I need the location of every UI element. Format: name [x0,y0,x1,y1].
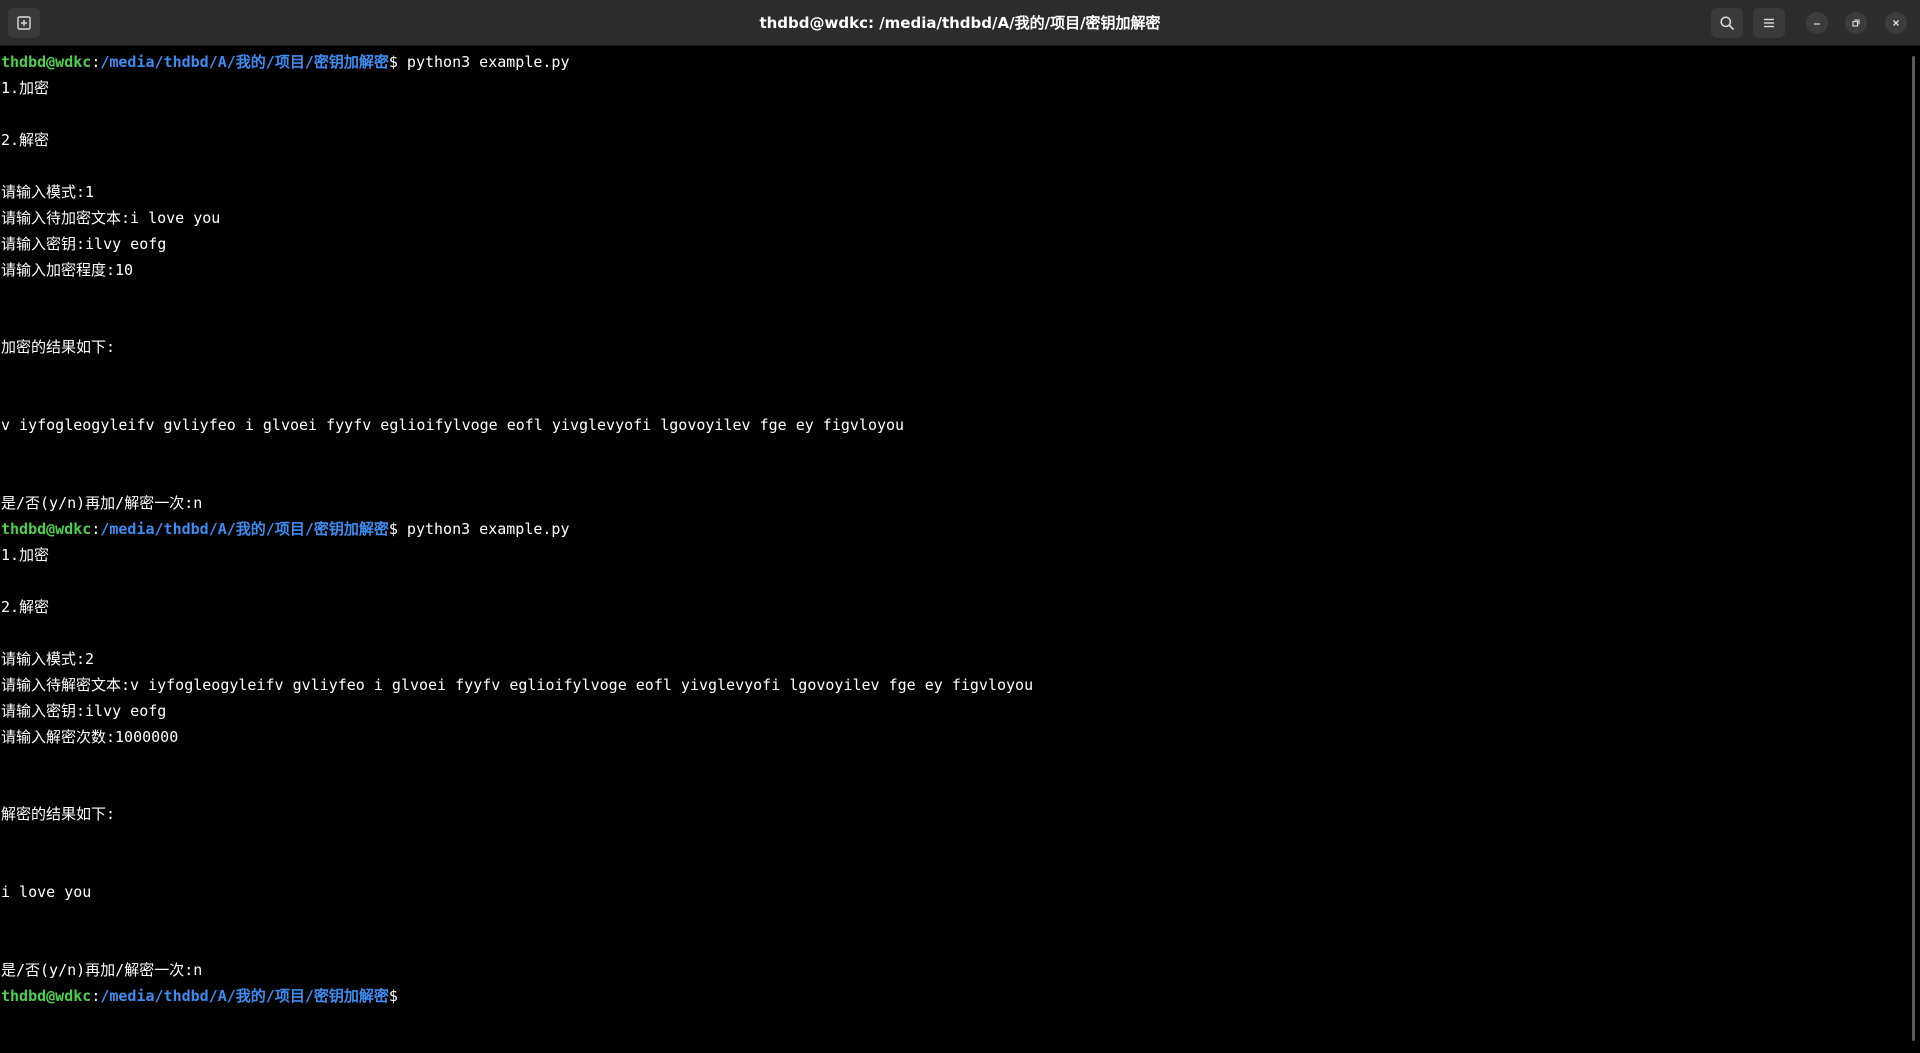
key-input-line: 请输入密钥:ilvy eofg [1,235,167,253]
vertical-scrollbar[interactable] [1908,46,1920,1053]
terminal-window: thdbd@wdkc: /media/thdbd/A/我的/项目/密钥加解密 t… [0,0,1920,1053]
prompt-path: /media/thdbd/A/我的/项目/密钥加解密 [100,53,389,71]
again-prompt-line: 是/否(y/n)再加/解密一次:n [1,494,203,512]
decrypt-result-text: i love you [1,883,92,901]
encrypt-result-text: v iyfogleogyleifv gvliyfeo i glvoei fyyf… [1,416,905,434]
prompt-dollar: $ [388,53,398,71]
prompt-dollar: $ [388,520,398,538]
prompt-path: /media/thdbd/A/我的/项目/密钥加解密 [100,987,389,1005]
decrypt-count-input-line: 请输入解密次数:1000000 [1,728,179,746]
again-prompt-line: 是/否(y/n)再加/解密一次:n [1,961,203,979]
shell-prompt-line[interactable]: thdbd@wdkc:/media/thdbd/A/我的/项目/密钥加解密$ [1,985,398,1007]
prompt-separator: : [91,520,101,538]
scrollbar-thumb[interactable] [1912,56,1915,1041]
shell-prompt-line: thdbd@wdkc:/media/thdbd/A/我的/项目/密钥加解密$ p… [1,518,570,540]
menu-option-decrypt: 2.解密 [1,598,50,616]
ciphertext-input-line: 请输入待解密文本:v iyfogleogyleifv gvliyfeo i gl… [1,676,1034,694]
hamburger-menu-icon [1764,18,1774,28]
prompt-user: thdbd@wdkc [1,520,92,538]
prompt-path: /media/thdbd/A/我的/项目/密钥加解密 [100,520,389,538]
menu-button[interactable] [1753,8,1785,38]
minimize-icon [1814,23,1820,25]
typed-command: python3 example.py [397,53,570,71]
search-button[interactable] [1711,8,1743,38]
decrypt-result-header: 解密的结果如下: [1,805,116,823]
menu-option-encrypt: 1.加密 [1,79,50,97]
window-title: thdbd@wdkc: /media/thdbd/A/我的/项目/密钥加解密 [759,14,1161,32]
shell-prompt-line: thdbd@wdkc:/media/thdbd/A/我的/项目/密钥加解密$ p… [1,51,570,73]
prompt-separator: : [91,53,101,71]
menu-option-encrypt: 1.加密 [1,546,50,564]
prompt-user: thdbd@wdkc [1,987,92,1005]
new-tab-button[interactable] [8,8,40,38]
encrypt-level-input-line: 请输入加密程度:10 [1,261,134,279]
title-bar[interactable]: thdbd@wdkc: /media/thdbd/A/我的/项目/密钥加解密 [0,0,1920,46]
close-icon [1893,20,1899,26]
close-button[interactable] [1885,12,1907,34]
prompt-dollar: $ [388,987,398,1005]
menu-option-decrypt: 2.解密 [1,131,50,149]
mode-input-line: 请输入模式:2 [1,650,95,668]
prompt-user: thdbd@wdkc [1,53,92,71]
new-tab-icon [17,16,31,30]
plaintext-input-line: 请输入待加密文本:i love you [1,209,221,227]
prompt-separator: : [91,987,101,1005]
search-icon [1720,16,1734,30]
mode-input-line: 请输入模式:1 [1,183,95,201]
typed-command: python3 example.py [397,520,570,538]
maximize-button[interactable] [1845,12,1867,34]
encrypt-result-header: 加密的结果如下: [1,338,116,356]
terminal-output[interactable]: thdbd@wdkc:/media/thdbd/A/我的/项目/密钥加解密$ p… [0,46,1908,1053]
key-input-line: 请输入密钥:ilvy eofg [1,702,167,720]
restore-icon [1852,19,1860,27]
minimize-button[interactable] [1806,12,1828,34]
